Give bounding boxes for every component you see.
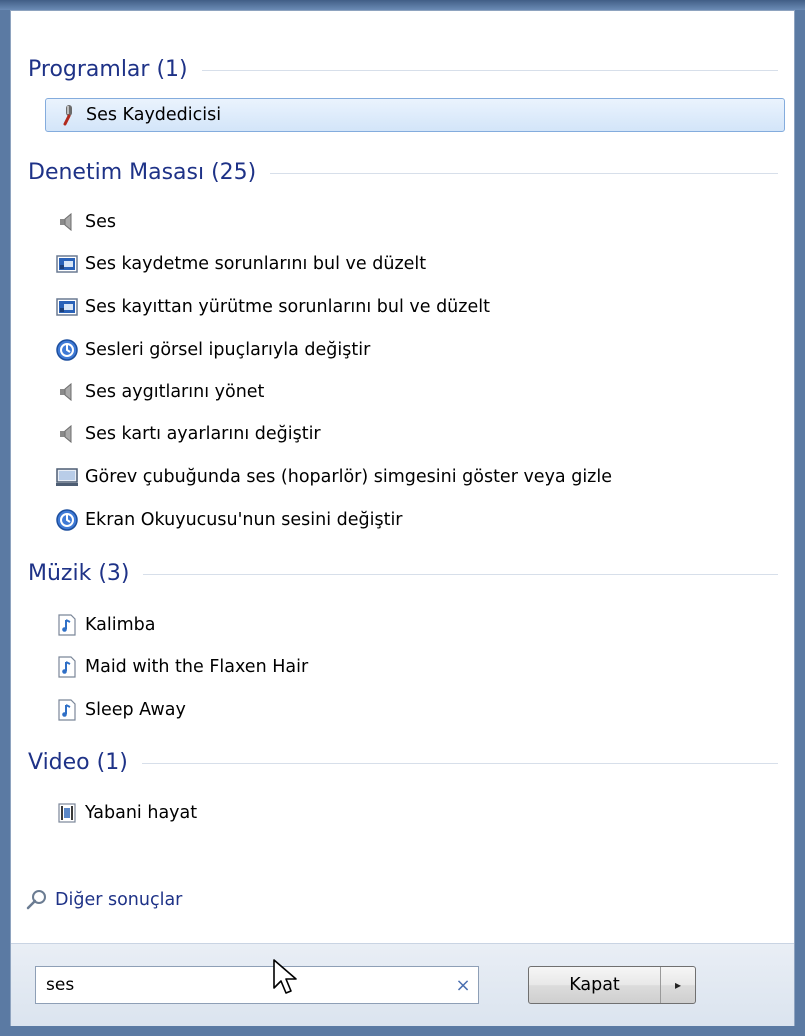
- taskbar-icon: [55, 465, 79, 489]
- result-item-ses-kaydedicisi[interactable]: Ses Kaydedicisi: [45, 98, 785, 132]
- troubleshoot-icon: [55, 295, 79, 319]
- ease-of-access-icon: [55, 508, 79, 532]
- result-item-sleep-away[interactable]: Sleep Away: [45, 693, 785, 727]
- result-item-recording-troubleshoot[interactable]: Ses kaydetme sorunlarını bul ve düzelt: [45, 247, 785, 281]
- search-icon: [25, 888, 49, 912]
- result-item-yabani-hayat[interactable]: Yabani hayat: [45, 796, 785, 830]
- result-label: Ses kartı ayarlarını değiştir: [85, 424, 321, 444]
- group-divider: [201, 69, 778, 71]
- group-title-video: Video (1): [28, 749, 128, 775]
- speaker-icon: [55, 380, 79, 404]
- result-label: Görev çubuğunda ses (hoparlör) simgesini…: [85, 467, 612, 487]
- speaker-icon: [55, 210, 79, 234]
- window-frame-top: [0, 0, 805, 10]
- search-input[interactable]: ses ×: [35, 966, 479, 1004]
- start-menu-search-panel: Programlar (1) Ses Kaydedicisi Denetim M…: [10, 10, 795, 1026]
- result-label: Ses kaydetme sorunlarını bul ve düzelt: [85, 254, 427, 274]
- result-label: Ses kayıttan yürütme sorunlarını bul ve …: [85, 297, 490, 317]
- result-label: Sesleri görsel ipuçlarıyla değiştir: [85, 340, 371, 360]
- result-label: Ekran Okuyucusu'nun sesini değiştir: [85, 510, 403, 530]
- group-header-video[interactable]: Video (1): [28, 746, 778, 778]
- group-header-programs[interactable]: Programlar (1): [28, 53, 778, 85]
- troubleshoot-icon: [55, 252, 79, 276]
- result-label: Maid with the Flaxen Hair: [85, 657, 309, 677]
- more-results-link[interactable]: Diğer sonuçlar: [25, 883, 182, 917]
- group-title-programs: Programlar (1): [28, 56, 188, 82]
- result-label: Ses aygıtlarını yönet: [85, 382, 265, 402]
- search-bar-area: ses × Kapat ▸: [11, 943, 794, 1026]
- video-file-icon: [55, 801, 79, 825]
- speaker-icon: [55, 422, 79, 446]
- music-file-icon: [55, 655, 79, 679]
- mouse-cursor-icon: [273, 959, 297, 994]
- result-item-playback-troubleshoot[interactable]: Ses kayıttan yürütme sorunlarını bul ve …: [45, 290, 785, 324]
- group-divider: [270, 172, 778, 174]
- result-label: Yabani hayat: [85, 803, 198, 823]
- group-title-music: Müzik (3): [28, 560, 130, 586]
- result-item-ses[interactable]: Ses: [45, 205, 785, 239]
- group-header-control-panel[interactable]: Denetim Masası (25): [28, 156, 778, 188]
- more-results-label: Diğer sonuçlar: [55, 890, 183, 910]
- music-file-icon: [55, 613, 79, 637]
- group-title-control-panel: Denetim Masası (25): [28, 159, 257, 185]
- result-label: Ses: [85, 212, 116, 232]
- group-divider: [143, 573, 778, 575]
- shutdown-button-group: Kapat ▸: [528, 966, 696, 1004]
- result-item-kalimba[interactable]: Kalimba: [45, 608, 785, 642]
- result-label: Kalimba: [85, 615, 156, 635]
- result-label: Ses Kaydedicisi: [86, 105, 222, 125]
- result-item-visual-cues[interactable]: Sesleri görsel ipuçlarıyla değiştir: [45, 333, 785, 367]
- search-results: Programlar (1) Ses Kaydedicisi Denetim M…: [11, 11, 794, 941]
- group-divider: [141, 762, 778, 764]
- result-item-maid-with-the-flaxen-hair[interactable]: Maid with the Flaxen Hair: [45, 650, 785, 684]
- microphone-icon: [56, 103, 80, 127]
- clear-search-button[interactable]: ×: [448, 975, 478, 996]
- result-item-narrator-voice[interactable]: Ekran Okuyucusu'nun sesini değiştir: [45, 503, 785, 537]
- shutdown-options-arrow[interactable]: ▸: [661, 967, 695, 1003]
- music-file-icon: [55, 698, 79, 722]
- group-header-music[interactable]: Müzik (3): [28, 557, 778, 589]
- result-item-taskbar-volume[interactable]: Görev çubuğunda ses (hoparlör) simgesini…: [45, 460, 785, 494]
- result-item-manage-devices[interactable]: Ses aygıtlarını yönet: [45, 375, 785, 409]
- result-item-sound-card[interactable]: Ses kartı ayarlarını değiştir: [45, 417, 785, 451]
- search-input-value[interactable]: ses: [36, 975, 448, 995]
- shutdown-button[interactable]: Kapat: [529, 967, 661, 1003]
- result-label: Sleep Away: [85, 700, 186, 720]
- ease-of-access-icon: [55, 338, 79, 362]
